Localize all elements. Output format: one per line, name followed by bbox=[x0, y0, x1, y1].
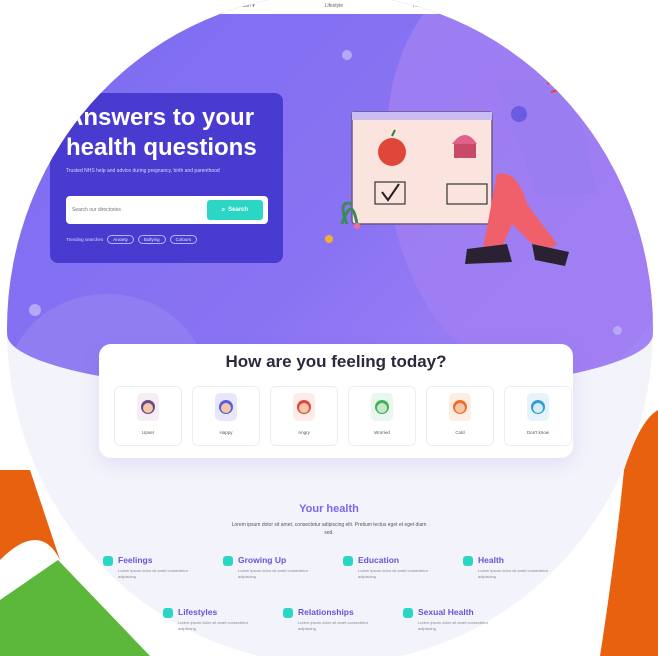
flower-icon bbox=[354, 223, 360, 229]
decor-dot bbox=[342, 50, 352, 60]
mood-label: Happy bbox=[219, 430, 233, 435]
topic-name: Feelings bbox=[118, 555, 153, 565]
topic-health[interactable]: Health Lorem ipsum dolor sit amet consec… bbox=[463, 555, 558, 580]
topic-relationships[interactable]: Relationships Lorem ipsum dolor sit amet… bbox=[283, 607, 378, 632]
trending-chip[interactable]: Colours bbox=[169, 235, 198, 244]
your-health-title: Your health bbox=[299, 503, 359, 515]
hero-title: Answers to your health questions bbox=[66, 104, 257, 161]
topic-desc: Lorem ipsum dolor sit amet consectetur a… bbox=[118, 568, 189, 579]
topic-desc: Lorem ipsum dolor sit amet consectetur a… bbox=[238, 568, 309, 579]
topic-desc: Lorem ipsum dolor sit amet consectetur a… bbox=[358, 568, 429, 579]
feelings-icon bbox=[103, 556, 113, 566]
mood-label: Cold bbox=[455, 430, 465, 435]
health-icon bbox=[463, 556, 473, 566]
mood-angry[interactable]: Angry bbox=[270, 386, 338, 446]
shoe-left-icon bbox=[465, 244, 512, 264]
feelings-card: How are you feeling today? Upset Happy A… bbox=[99, 344, 573, 458]
feelings-title: How are you feeling today? bbox=[225, 352, 447, 371]
top-nav: Health ▾ Lifestyle Re... bbox=[7, 0, 653, 14]
mood-cold[interactable]: Cold bbox=[426, 386, 494, 446]
education-icon bbox=[343, 556, 353, 566]
mood-label: Worried bbox=[374, 430, 390, 435]
your-health-desc: Lorem ipsum dolor sit amet, consectetur … bbox=[231, 522, 427, 536]
trending-searches: Trending searches Anxiety Bullying Colou… bbox=[66, 235, 198, 244]
topic-feelings[interactable]: Feelings Lorem ipsum dolor sit amet cons… bbox=[103, 555, 198, 580]
mood-row: Upset Happy Angry Worried Cold Don't kno… bbox=[114, 386, 572, 446]
mood-label: Angry bbox=[298, 430, 310, 435]
nav-item-health[interactable]: Health ▾ bbox=[236, 3, 254, 9]
topic-name: Relationships bbox=[298, 607, 354, 617]
trending-label: Trending searches bbox=[66, 237, 104, 242]
sexual-health-icon bbox=[403, 608, 413, 618]
trending-chip[interactable]: Bullying bbox=[137, 235, 166, 244]
promo-stage: Health ▾ Lifestyle Re... Answers to your… bbox=[0, 0, 658, 656]
search-icon: ⌕ bbox=[221, 206, 226, 213]
trending-chip[interactable]: Anxiety bbox=[107, 235, 134, 244]
dont-know-face-icon bbox=[527, 393, 549, 421]
mood-worried[interactable]: Worried bbox=[348, 386, 416, 446]
happy-face-icon bbox=[215, 393, 237, 421]
topic-lifestyles[interactable]: Lifestyles Lorem ipsum dolor sit amet co… bbox=[163, 607, 258, 632]
search-button-label: Search bbox=[228, 207, 249, 213]
decor-dot bbox=[29, 304, 41, 316]
mood-happy[interactable]: Happy bbox=[192, 386, 260, 446]
topic-desc: Lorem ipsum dolor sit amet consectetur a… bbox=[298, 620, 369, 631]
hero-subtitle: Trusted NHS help and advice during pregn… bbox=[66, 168, 220, 174]
decor-dot bbox=[613, 326, 622, 335]
nav-item-more[interactable]: Re... bbox=[413, 3, 424, 9]
mood-label: Don't know bbox=[526, 430, 550, 435]
topic-name: Health bbox=[478, 555, 504, 565]
cold-face-icon bbox=[449, 393, 471, 421]
worried-face-icon bbox=[371, 393, 393, 421]
choice-board-icon bbox=[351, 111, 493, 225]
search-input[interactable] bbox=[72, 205, 202, 215]
topic-name: Sexual Health bbox=[418, 607, 474, 617]
topic-name: Lifestyles bbox=[178, 607, 218, 617]
topic-education[interactable]: Education Lorem ipsum dolor sit amet con… bbox=[343, 555, 438, 580]
mood-upset[interactable]: Upset bbox=[114, 386, 182, 446]
hero-card: Answers to your health questions Trusted… bbox=[50, 93, 283, 263]
relationships-icon bbox=[283, 608, 293, 618]
apple-icon bbox=[378, 138, 406, 166]
topic-sexual-health[interactable]: Sexual Health Lorem ipsum dolor sit amet… bbox=[403, 607, 498, 632]
mood-dont-know[interactable]: Don't know bbox=[504, 386, 572, 446]
topic-name: Growing Up bbox=[238, 555, 287, 565]
angry-face-icon bbox=[293, 393, 315, 421]
growing-up-icon bbox=[223, 556, 233, 566]
board-header-icon bbox=[352, 112, 492, 120]
upset-face-icon bbox=[137, 393, 159, 421]
topic-growing-up[interactable]: Growing Up Lorem ipsum dolor sit amet co… bbox=[223, 555, 318, 580]
search-button[interactable]: ⌕ Search bbox=[207, 200, 263, 220]
topic-desc: Lorem ipsum dolor sit amet consectetur a… bbox=[178, 620, 249, 631]
hero-section: Health ▾ Lifestyle Re... Answers to your… bbox=[7, 0, 653, 394]
cupcake-base-icon bbox=[454, 144, 476, 158]
person-head-icon bbox=[511, 106, 527, 122]
mood-label: Upset bbox=[142, 430, 154, 435]
flower-icon bbox=[325, 235, 333, 243]
topic-desc: Lorem ipsum dolor sit amet consectetur a… bbox=[478, 568, 549, 579]
nav-item-lifestyle[interactable]: Lifestyle bbox=[325, 3, 343, 9]
topic-desc: Lorem ipsum dolor sit amet consectetur a… bbox=[418, 620, 489, 631]
lifestyles-icon bbox=[163, 608, 173, 618]
hero-illustration bbox=[325, 77, 597, 266]
topic-name: Education bbox=[358, 555, 400, 565]
search-bar: ⌕ Search bbox=[66, 196, 268, 224]
